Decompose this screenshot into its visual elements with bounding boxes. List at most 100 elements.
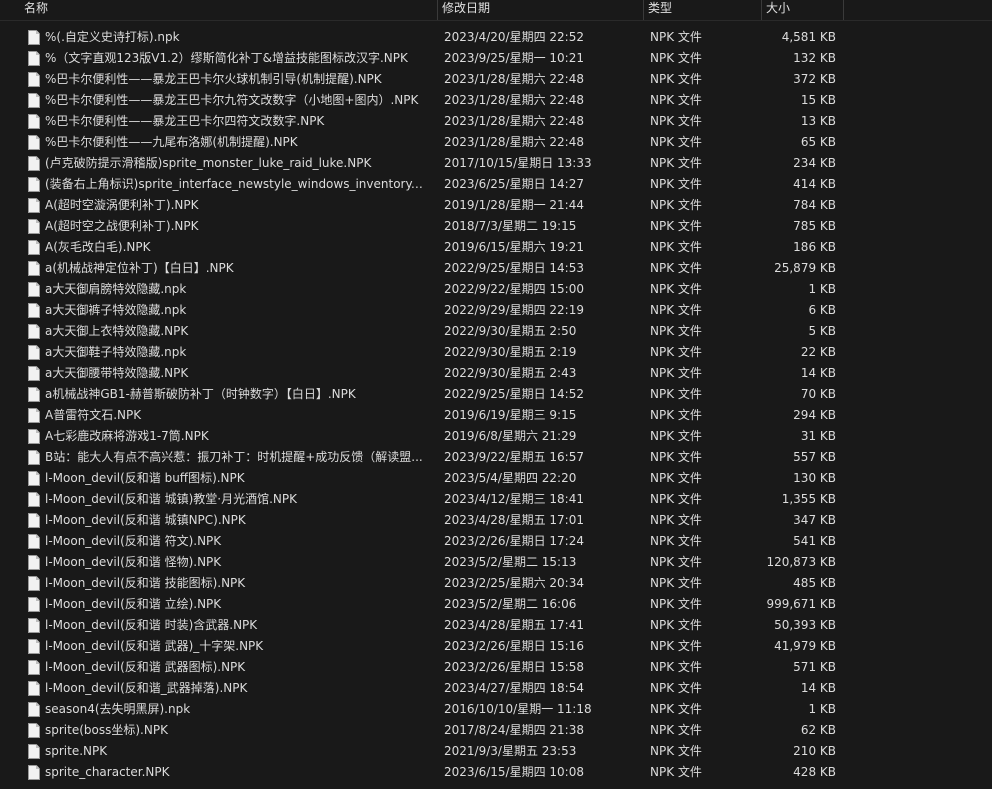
file-row[interactable]: %(.自定义史诗打标).npk 2023/4/20/星期四 22:52 NPK 文件… (0, 27, 992, 48)
file-icon (28, 744, 40, 759)
file-row[interactable]: l-Moon_devil(反和谐 立绘).NPK 2023/5/2/星期二 16:… (0, 594, 992, 615)
file-row[interactable]: %巴卡尔便利性——暴龙王巴卡尔火球机制引导(机制提醒).NPK 2023/1/28… (0, 69, 992, 90)
file-row[interactable]: l-Moon_devil(反和谐 符文).NPK 2023/2/26/星期日 17… (0, 531, 992, 552)
file-row[interactable]: a大天御裤子特效隐藏.npk 2022/9/29/星期四 22:19 NPK 文件 6… (0, 300, 992, 321)
file-row[interactable]: sprite.NPK 2021/9/3/星期五 23:53 NPK 文件 210 KB (0, 741, 992, 762)
file-row[interactable]: l-Moon_devil(反和谐 怪物).NPK 2023/5/2/星期二 15:… (0, 552, 992, 573)
file-row[interactable]: l-Moon_devil(反和谐_武器掉落).NPK 2023/4/27/星期四 … (0, 678, 992, 699)
file-icon (28, 198, 40, 213)
file-row[interactable]: sprite_character.NPK 2023/6/15/星期四 10:08 N… (0, 762, 992, 783)
file-icon (28, 114, 40, 129)
file-type: NPK 文件 (650, 723, 702, 737)
file-icon (28, 723, 40, 738)
file-name: a大天御上衣特效隐藏.NPK (45, 324, 189, 338)
file-row[interactable]: B站：能大人有点不高兴惹：振刀补丁：时机提醒+成功反馈（解读盟... 2023/9… (0, 447, 992, 468)
file-icon (28, 576, 40, 591)
file-type: NPK 文件 (650, 30, 702, 44)
file-type: NPK 文件 (650, 177, 702, 191)
file-row[interactable]: (装备右上角标识)sprite_interface_newstyle_windo… (0, 174, 992, 195)
file-name: a(机械战神定位补丁)【白日】.NPK (45, 261, 234, 275)
file-row[interactable]: l-Moon_devil(反和谐 武器)_十字架.NPK 2023/2/26/星期… (0, 636, 992, 657)
file-row[interactable]: season4(去失明黑屏).npk 2016/10/10/星期一 11:18 NP… (0, 699, 992, 720)
file-name: sprite_character.NPK (45, 765, 170, 779)
file-date: 2019/6/15/星期六 19:21 (444, 240, 584, 254)
file-size: 22 KB (800, 345, 836, 359)
file-size: 132 KB (793, 51, 836, 65)
file-size: 25,879 KB (774, 261, 836, 275)
file-size: 14 KB (800, 681, 836, 695)
file-size: 13 KB (800, 114, 836, 128)
column-header-name[interactable]: 名称 (20, 0, 438, 20)
file-icon (28, 303, 40, 318)
file-row[interactable]: l-Moon_devil(反和谐 城镇NPC).NPK 2023/4/28/星期五… (0, 510, 992, 531)
file-row[interactable]: a大天御上衣特效隐藏.NPK 2022/9/30/星期五 2:50 NPK 文件 5 … (0, 321, 992, 342)
column-header-type[interactable]: 类型 (644, 0, 762, 20)
file-row[interactable]: A(超时空之战便利补丁).NPK 2018/7/3/星期二 19:15 NPK 文件… (0, 216, 992, 237)
file-row[interactable]: A普雷符文石.NPK 2019/6/19/星期三 9:15 NPK 文件 294 KB (0, 405, 992, 426)
file-date: 2019/6/8/星期六 21:29 (444, 429, 577, 443)
file-date: 2022/9/25/星期日 14:52 (444, 387, 584, 401)
file-row[interactable]: l-Moon_devil(反和谐 buff图标).NPK 2023/5/4/星期四… (0, 468, 992, 489)
file-size: 557 KB (793, 450, 836, 464)
file-row[interactable]: sprite(boss坐标).NPK 2017/8/24/星期四 21:38 NPK… (0, 720, 992, 741)
file-type: NPK 文件 (650, 576, 702, 590)
file-icon (28, 135, 40, 150)
file-name: A七彩鹿改麻将游戏1-7筒.NPK (45, 429, 209, 443)
file-row[interactable]: %巴卡尔便利性——暴龙王巴卡尔九符文改数字（小地图+图内）.NPK 2023/1/… (0, 90, 992, 111)
file-type: NPK 文件 (650, 51, 702, 65)
file-date: 2021/9/3/星期五 23:53 (444, 744, 577, 758)
file-row[interactable]: a大天御肩膀特效隐藏.npk 2022/9/22/星期四 15:00 NPK 文件 1… (0, 279, 992, 300)
file-type: NPK 文件 (650, 471, 702, 485)
file-name: l-Moon_devil(反和谐 符文).NPK (45, 534, 222, 548)
file-date: 2023/2/26/星期日 17:24 (444, 534, 584, 548)
file-row[interactable]: a(机械战神定位补丁)【白日】.NPK 2022/9/25/星期日 14:53 NP… (0, 258, 992, 279)
file-row[interactable]: (卢克破防提示滑稽版)sprite_monster_luke_raid_luke… (0, 153, 992, 174)
file-row[interactable]: a大天御鞋子特效隐藏.npk 2022/9/30/星期五 2:19 NPK 文件 22… (0, 342, 992, 363)
file-date: 2023/5/2/星期二 16:06 (444, 597, 577, 611)
file-name: %巴卡尔便利性——暴龙王巴卡尔火球机制引导(机制提醒).NPK (45, 72, 382, 86)
file-type: NPK 文件 (650, 261, 702, 275)
file-icon (28, 93, 40, 108)
file-row[interactable]: a机械战神GB1-赫普斯破防补丁（时钟数字）【白日】.NPK 2022/9/25/… (0, 384, 992, 405)
file-type: NPK 文件 (650, 534, 702, 548)
file-name: %巴卡尔便利性——暴龙王巴卡尔四符文改数字.NPK (45, 114, 325, 128)
file-type: NPK 文件 (650, 282, 702, 296)
file-row[interactable]: l-Moon_devil(反和谐 城镇)教堂·月光酒馆.NPK 2023/4/12… (0, 489, 992, 510)
file-date: 2023/1/28/星期六 22:48 (444, 135, 584, 149)
file-date: 2023/2/26/星期日 15:16 (444, 639, 584, 653)
file-size: 41,979 KB (774, 639, 836, 653)
file-type: NPK 文件 (650, 303, 702, 317)
file-size: 130 KB (793, 471, 836, 485)
column-header-date[interactable]: 修改日期 (438, 0, 644, 20)
file-row[interactable]: %巴卡尔便利性——暴龙王巴卡尔四符文改数字.NPK 2023/1/28/星期六 2… (0, 111, 992, 132)
file-size: 31 KB (800, 429, 836, 443)
file-type: NPK 文件 (650, 555, 702, 569)
file-row[interactable]: A(超时空漩涡便利补丁).NPK 2019/1/28/星期一 21:44 NPK 文… (0, 195, 992, 216)
file-row[interactable]: %巴卡尔便利性——九尾布洛娜(机制提醒).NPK 2023/1/28/星期六 22… (0, 132, 992, 153)
file-size: 1 KB (808, 282, 836, 296)
file-type: NPK 文件 (650, 219, 702, 233)
file-icon (28, 618, 40, 633)
file-row[interactable]: l-Moon_devil(反和谐 武器图标).NPK 2023/2/26/星期日 … (0, 657, 992, 678)
file-icon (28, 513, 40, 528)
file-icon (28, 681, 40, 696)
file-name: %巴卡尔便利性——暴龙王巴卡尔九符文改数字（小地图+图内）.NPK (45, 93, 419, 107)
file-name: sprite.NPK (45, 744, 108, 758)
file-size: 294 KB (793, 408, 836, 422)
file-row[interactable]: l-Moon_devil(反和谐 时装)含武器.NPK 2023/4/28/星期五… (0, 615, 992, 636)
file-row[interactable]: A七彩鹿改麻将游戏1-7筒.NPK 2019/6/8/星期六 21:29 NPK 文… (0, 426, 992, 447)
file-type: NPK 文件 (650, 408, 702, 422)
file-row[interactable]: a大天御腰带特效隐藏.NPK 2022/9/30/星期五 2:43 NPK 文件 14… (0, 363, 992, 384)
column-header-size[interactable]: 大小 (762, 0, 844, 20)
file-row[interactable]: l-Moon_devil(反和谐 技能图标).NPK 2023/2/25/星期六 … (0, 573, 992, 594)
file-date: 2018/7/3/星期二 19:15 (444, 219, 577, 233)
file-size: 541 KB (793, 534, 836, 548)
file-name: l-Moon_devil(反和谐 武器图标).NPK (45, 660, 246, 674)
file-date: 2023/4/28/星期五 17:41 (444, 618, 584, 632)
file-date: 2023/4/12/星期三 18:41 (444, 492, 584, 506)
file-row[interactable]: %（文字直观123版V1.2）缪斯简化补丁&增益技能图标改汉字.NPK 2023/… (0, 48, 992, 69)
file-name: a机械战神GB1-赫普斯破防补丁（时钟数字）【白日】.NPK (45, 387, 356, 401)
file-row[interactable]: A(灰毛改白毛).NPK 2019/6/15/星期六 19:21 NPK 文件 186… (0, 237, 992, 258)
file-size: 50,393 KB (774, 618, 836, 632)
file-icon (28, 177, 40, 192)
